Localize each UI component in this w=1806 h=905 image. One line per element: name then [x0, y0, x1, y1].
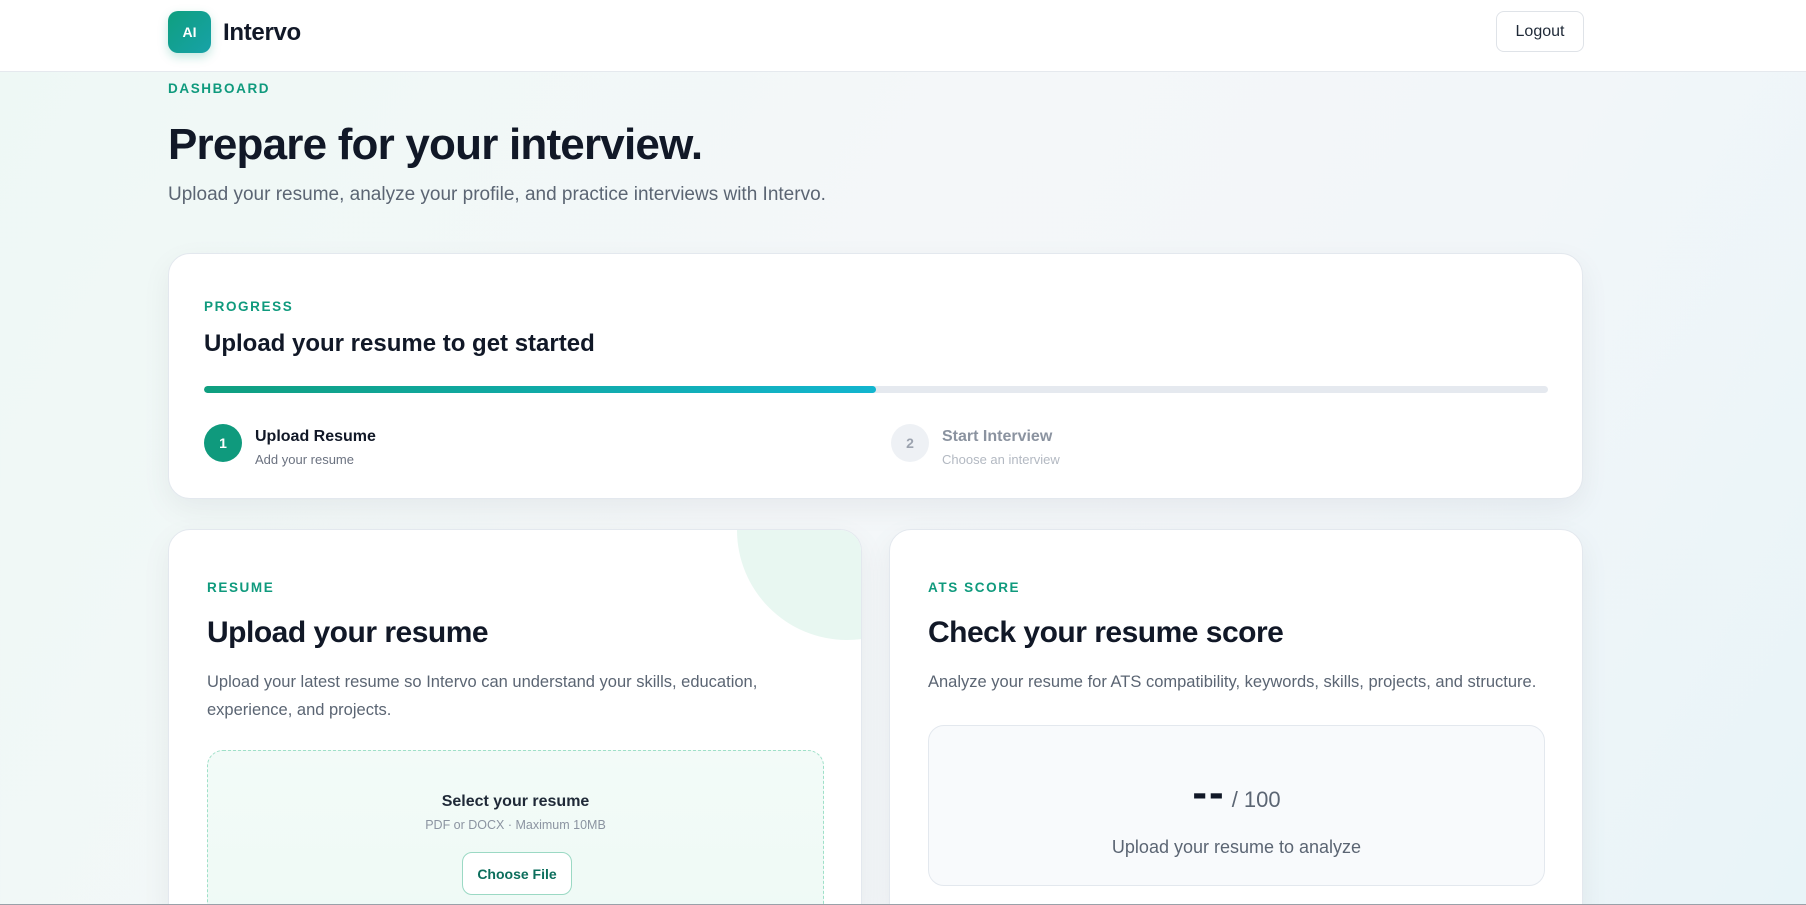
step-number-badge: 1	[204, 424, 242, 462]
progress-eyebrow: PROGRESS	[204, 299, 294, 314]
resume-title: Upload your resume	[207, 616, 489, 649]
progress-track	[204, 386, 1548, 393]
resume-dropzone[interactable]: Select your resume PDF or DOCX · Maximum…	[207, 750, 824, 905]
progress-title: Upload your resume to get started	[204, 330, 595, 357]
step-title: Upload Resume	[255, 428, 376, 445]
brand-logo[interactable]: AI	[168, 11, 211, 53]
resume-eyebrow: RESUME	[207, 580, 275, 595]
score-display: --/ 100 Upload your resume to analyze	[928, 725, 1545, 886]
dashboard-eyebrow: DASHBOARD	[168, 81, 271, 96]
dropzone-title: Select your resume	[441, 793, 590, 810]
decorative-circle	[737, 530, 861, 640]
logout-button[interactable]: Logout	[1496, 11, 1584, 52]
step-description: Choose an interview	[942, 452, 1060, 467]
progress-fill	[204, 386, 876, 393]
top-navbar: AI Intervo Logout	[0, 0, 1806, 72]
step-number-badge: 2	[891, 424, 929, 462]
resume-card: RESUME Upload your resume Upload your la…	[168, 529, 862, 905]
step-description: Add your resume	[255, 452, 354, 467]
resume-description: Upload your latest resume so Intervo can…	[207, 673, 758, 719]
choose-file-button[interactable]: Choose File	[462, 852, 572, 895]
ats-title: Check your resume score	[928, 616, 1284, 649]
progress-card: PROGRESS Upload your resume to get start…	[168, 253, 1583, 499]
ats-description: Analyze your resume for ATS compatibilit…	[928, 673, 1537, 691]
score-caption: Upload your resume to analyze	[1111, 837, 1362, 857]
ats-eyebrow: ATS SCORE	[928, 580, 1021, 595]
brand-name[interactable]: Intervo	[223, 19, 301, 47]
score-max: / 100	[1231, 787, 1281, 812]
ats-score-card: ATS SCORE Check your resume score Analyz…	[889, 529, 1583, 905]
score-line: --/ 100	[929, 768, 1544, 818]
score-value: --	[1192, 768, 1226, 817]
step-title: Start Interview	[942, 428, 1053, 445]
page-title: Prepare for your interview.	[168, 120, 703, 169]
page-subtitle: Upload your resume, analyze your profile…	[168, 184, 826, 205]
dropzone-hint: PDF or DOCX · Maximum 10MB	[425, 818, 606, 832]
